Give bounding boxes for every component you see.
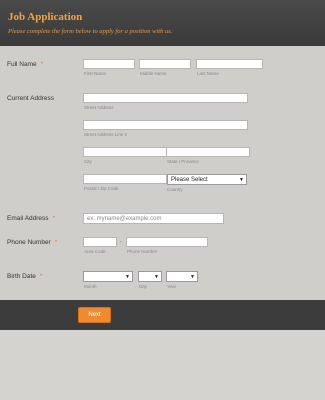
- last-name-sublabel: Last Name: [197, 71, 219, 76]
- chevron-down-icon: ▼: [125, 274, 130, 280]
- birth-year-select[interactable]: ▼: [166, 271, 198, 282]
- phone-separator: -: [120, 238, 123, 245]
- required-mark: *: [39, 273, 43, 280]
- middle-name-input[interactable]: [139, 59, 191, 69]
- phone-number-input[interactable]: [126, 237, 208, 247]
- area-code-sublabel: Area Code: [84, 249, 106, 254]
- current-address-label: Current Address: [7, 95, 54, 102]
- city-sublabel: City: [84, 159, 92, 164]
- required-mark: *: [54, 239, 58, 246]
- state-input[interactable]: [166, 147, 250, 157]
- street-address-line2-sublabel: Street Address Line 2: [84, 132, 128, 137]
- birth-day-select[interactable]: ▼: [138, 271, 162, 282]
- page-subtitle: Please complete the form below to apply …: [8, 28, 173, 35]
- page-title: Job Application: [8, 11, 83, 23]
- country-select-value: Please Select: [171, 177, 208, 183]
- state-sublabel: State / Province: [167, 159, 199, 164]
- form-footer: [0, 300, 325, 330]
- phone-label-text: Phone Number: [7, 239, 51, 246]
- form-body: [0, 46, 325, 300]
- country-sublabel: Country: [167, 187, 183, 192]
- full-name-label-text: Full Name: [7, 61, 37, 68]
- street-address-line2-input[interactable]: [83, 120, 248, 130]
- birth-month-select[interactable]: ▼: [83, 271, 133, 282]
- last-name-input[interactable]: [196, 59, 263, 69]
- phone-number-sublabel: Phone Number: [127, 249, 158, 254]
- first-name-sublabel: First Name: [84, 71, 107, 76]
- form-header: Job Application Please complete the form…: [0, 0, 325, 46]
- postal-code-sublabel: Postal / Zip Code: [84, 186, 119, 191]
- phone-label: Phone Number *: [7, 239, 57, 246]
- email-input[interactable]: ex: myname@example.com: [83, 213, 224, 224]
- country-select[interactable]: Please Select ▼: [167, 174, 247, 185]
- next-button[interactable]: Next: [78, 307, 111, 323]
- email-label: Email Address *: [7, 215, 55, 222]
- chevron-down-icon: ▼: [190, 274, 195, 280]
- required-mark: *: [40, 61, 44, 68]
- birth-date-label: Birth Date *: [7, 273, 42, 280]
- first-name-input[interactable]: [83, 59, 135, 69]
- page-background: [0, 330, 325, 400]
- email-label-text: Email Address: [7, 215, 49, 222]
- required-mark: *: [52, 215, 56, 222]
- full-name-label: Full Name *: [7, 61, 43, 68]
- birth-year-sublabel: Year: [167, 284, 177, 289]
- chevron-down-icon: ▼: [239, 177, 244, 183]
- birth-month-sublabel: Month: [84, 284, 97, 289]
- city-input[interactable]: [83, 147, 167, 157]
- postal-code-input[interactable]: [83, 174, 167, 184]
- birth-day-sublabel: Day: [139, 284, 148, 289]
- street-address-input[interactable]: [83, 93, 248, 103]
- chevron-down-icon: ▼: [154, 274, 159, 280]
- middle-name-sublabel: Middle Name: [140, 71, 167, 76]
- street-address-sublabel: Street Address: [84, 105, 114, 110]
- area-code-input[interactable]: [83, 237, 117, 247]
- birth-date-label-text: Birth Date: [7, 273, 36, 280]
